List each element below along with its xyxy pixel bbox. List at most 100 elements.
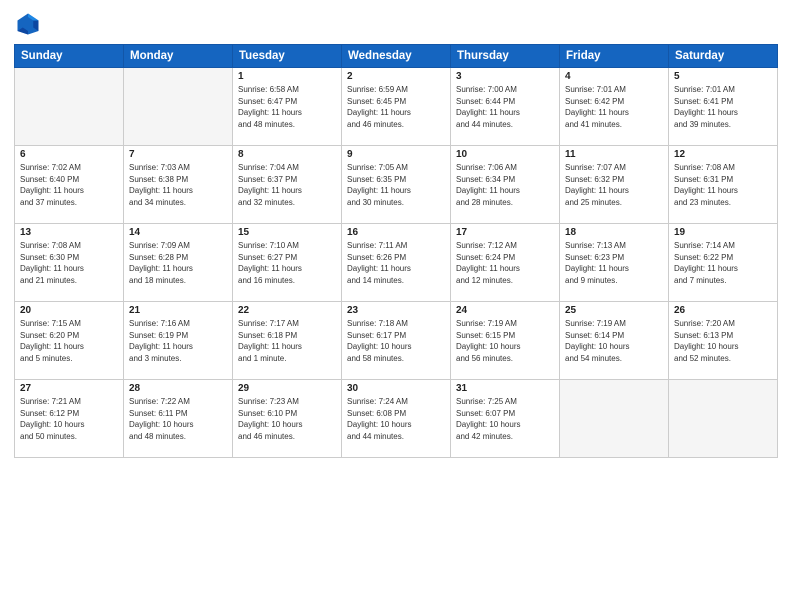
day-number: 20 [20, 305, 118, 316]
logo-icon [14, 10, 42, 38]
day-number: 14 [129, 227, 227, 238]
calendar-cell: 3 Sunrise: 7:00 AM Sunset: 6:44 PM Daylig… [451, 68, 560, 146]
weekday-header-wednesday: Wednesday [342, 45, 451, 68]
calendar-cell [15, 68, 124, 146]
day-info: Sunrise: 7:06 AM Sunset: 6:34 PM Dayligh… [456, 162, 554, 208]
day-info: Sunrise: 7:05 AM Sunset: 6:35 PM Dayligh… [347, 162, 445, 208]
calendar-cell: 9 Sunrise: 7:05 AM Sunset: 6:35 PM Daylig… [342, 146, 451, 224]
calendar-cell: 22 Sunrise: 7:17 AM Sunset: 6:18 PM Dayli… [233, 302, 342, 380]
calendar-cell: 31 Sunrise: 7:25 AM Sunset: 6:07 PM Dayli… [451, 380, 560, 458]
calendar-cell [124, 68, 233, 146]
day-info: Sunrise: 7:15 AM Sunset: 6:20 PM Dayligh… [20, 318, 118, 364]
calendar-cell: 13 Sunrise: 7:08 AM Sunset: 6:30 PM Dayli… [15, 224, 124, 302]
calendar-cell [560, 380, 669, 458]
calendar-cell: 14 Sunrise: 7:09 AM Sunset: 6:28 PM Dayli… [124, 224, 233, 302]
calendar-cell: 2 Sunrise: 6:59 AM Sunset: 6:45 PM Daylig… [342, 68, 451, 146]
calendar-cell: 10 Sunrise: 7:06 AM Sunset: 6:34 PM Dayli… [451, 146, 560, 224]
calendar-cell: 12 Sunrise: 7:08 AM Sunset: 6:31 PM Dayli… [669, 146, 778, 224]
calendar-cell [669, 380, 778, 458]
logo [14, 10, 46, 38]
day-number: 1 [238, 71, 336, 82]
calendar: SundayMondayTuesdayWednesdayThursdayFrid… [14, 44, 778, 458]
calendar-cell: 17Sunrise: 7:12 AM Sunset: 6:24 PM Dayli… [451, 224, 560, 302]
weekday-header-thursday: Thursday [451, 45, 560, 68]
day-number: 13 [20, 227, 118, 238]
calendar-cell: 19 Sunrise: 7:14 AM Sunset: 6:22 PM Dayli… [669, 224, 778, 302]
week-row-3: 13 Sunrise: 7:08 AM Sunset: 6:30 PM Dayli… [15, 224, 778, 302]
weekday-header-monday: Monday [124, 45, 233, 68]
day-info: Sunrise: 6:59 AM Sunset: 6:45 PM Dayligh… [347, 84, 445, 130]
day-info: Sunrise: 7:17 AM Sunset: 6:18 PM Dayligh… [238, 318, 336, 364]
day-number: 30 [347, 383, 445, 394]
day-info: Sunrise: 7:01 AM Sunset: 6:41 PM Dayligh… [674, 84, 772, 130]
day-info: Sunrise: 7:23 AM Sunset: 6:10 PM Dayligh… [238, 396, 336, 442]
day-number: 25 [565, 305, 663, 316]
day-info: Sunrise: 7:03 AM Sunset: 6:38 PM Dayligh… [129, 162, 227, 208]
calendar-cell: 16Sunrise: 7:11 AM Sunset: 6:26 PM Dayli… [342, 224, 451, 302]
day-info: Sunrise: 7:08 AM Sunset: 6:30 PM Dayligh… [20, 240, 118, 286]
day-number: 6 [20, 149, 118, 160]
day-info: Sunrise: 7:14 AM Sunset: 6:22 PM Dayligh… [674, 240, 772, 286]
calendar-cell: 18Sunrise: 7:13 AM Sunset: 6:23 PM Dayli… [560, 224, 669, 302]
day-info: Sunrise: 6:58 AM Sunset: 6:47 PM Dayligh… [238, 84, 336, 130]
weekday-header-tuesday: Tuesday [233, 45, 342, 68]
day-number: 9 [347, 149, 445, 160]
calendar-cell: 25 Sunrise: 7:19 AM Sunset: 6:14 PM Dayli… [560, 302, 669, 380]
day-info: Sunrise: 7:10 AM Sunset: 6:27 PM Dayligh… [238, 240, 336, 286]
day-info: Sunrise: 7:00 AM Sunset: 6:44 PM Dayligh… [456, 84, 554, 130]
calendar-cell: 30 Sunrise: 7:24 AM Sunset: 6:08 PM Dayli… [342, 380, 451, 458]
page: SundayMondayTuesdayWednesdayThursdayFrid… [0, 0, 792, 612]
day-info: Sunrise: 7:25 AM Sunset: 6:07 PM Dayligh… [456, 396, 554, 442]
day-number: 22 [238, 305, 336, 316]
day-number: 31 [456, 383, 554, 394]
day-number: 23 [347, 305, 445, 316]
week-row-5: 27 Sunrise: 7:21 AM Sunset: 6:12 PM Dayli… [15, 380, 778, 458]
weekday-header-sunday: Sunday [15, 45, 124, 68]
day-number: 28 [129, 383, 227, 394]
weekday-header-saturday: Saturday [669, 45, 778, 68]
day-info: Sunrise: 7:18 AM Sunset: 6:17 PM Dayligh… [347, 318, 445, 364]
day-number: 15 [238, 227, 336, 238]
calendar-cell: 26 Sunrise: 7:20 AM Sunset: 6:13 PM Dayli… [669, 302, 778, 380]
day-info: Sunrise: 7:09 AM Sunset: 6:28 PM Dayligh… [129, 240, 227, 286]
day-number: 16 [347, 227, 445, 238]
day-info: Sunrise: 7:13 AM Sunset: 6:23 PM Dayligh… [565, 240, 663, 286]
calendar-cell: 27 Sunrise: 7:21 AM Sunset: 6:12 PM Dayli… [15, 380, 124, 458]
day-info: Sunrise: 7:21 AM Sunset: 6:12 PM Dayligh… [20, 396, 118, 442]
day-number: 8 [238, 149, 336, 160]
day-number: 27 [20, 383, 118, 394]
calendar-cell: 28 Sunrise: 7:22 AM Sunset: 6:11 PM Dayli… [124, 380, 233, 458]
day-info: Sunrise: 7:20 AM Sunset: 6:13 PM Dayligh… [674, 318, 772, 364]
calendar-cell: 1 Sunrise: 6:58 AM Sunset: 6:47 PM Daylig… [233, 68, 342, 146]
calendar-cell: 7 Sunrise: 7:03 AM Sunset: 6:38 PM Daylig… [124, 146, 233, 224]
calendar-cell: 23 Sunrise: 7:18 AM Sunset: 6:17 PM Dayli… [342, 302, 451, 380]
day-info: Sunrise: 7:24 AM Sunset: 6:08 PM Dayligh… [347, 396, 445, 442]
day-info: Sunrise: 7:08 AM Sunset: 6:31 PM Dayligh… [674, 162, 772, 208]
week-row-1: 1 Sunrise: 6:58 AM Sunset: 6:47 PM Daylig… [15, 68, 778, 146]
calendar-cell: 20 Sunrise: 7:15 AM Sunset: 6:20 PM Dayli… [15, 302, 124, 380]
day-info: Sunrise: 7:04 AM Sunset: 6:37 PM Dayligh… [238, 162, 336, 208]
day-number: 26 [674, 305, 772, 316]
weekday-header-friday: Friday [560, 45, 669, 68]
day-number: 21 [129, 305, 227, 316]
day-number: 19 [674, 227, 772, 238]
day-number: 17 [456, 227, 554, 238]
weekday-header-row: SundayMondayTuesdayWednesdayThursdayFrid… [15, 45, 778, 68]
day-number: 10 [456, 149, 554, 160]
week-row-4: 20 Sunrise: 7:15 AM Sunset: 6:20 PM Dayli… [15, 302, 778, 380]
day-number: 5 [674, 71, 772, 82]
day-number: 12 [674, 149, 772, 160]
calendar-cell: 21Sunrise: 7:16 AM Sunset: 6:19 PM Dayli… [124, 302, 233, 380]
calendar-cell: 8 Sunrise: 7:04 AM Sunset: 6:37 PM Daylig… [233, 146, 342, 224]
day-number: 2 [347, 71, 445, 82]
week-row-2: 6 Sunrise: 7:02 AM Sunset: 6:40 PM Daylig… [15, 146, 778, 224]
day-info: Sunrise: 7:19 AM Sunset: 6:15 PM Dayligh… [456, 318, 554, 364]
day-info: Sunrise: 7:19 AM Sunset: 6:14 PM Dayligh… [565, 318, 663, 364]
calendar-cell: 11Sunrise: 7:07 AM Sunset: 6:32 PM Dayli… [560, 146, 669, 224]
day-number: 4 [565, 71, 663, 82]
day-info: Sunrise: 7:22 AM Sunset: 6:11 PM Dayligh… [129, 396, 227, 442]
day-number: 7 [129, 149, 227, 160]
day-number: 3 [456, 71, 554, 82]
day-info: Sunrise: 7:02 AM Sunset: 6:40 PM Dayligh… [20, 162, 118, 208]
day-info: Sunrise: 7:07 AM Sunset: 6:32 PM Dayligh… [565, 162, 663, 208]
